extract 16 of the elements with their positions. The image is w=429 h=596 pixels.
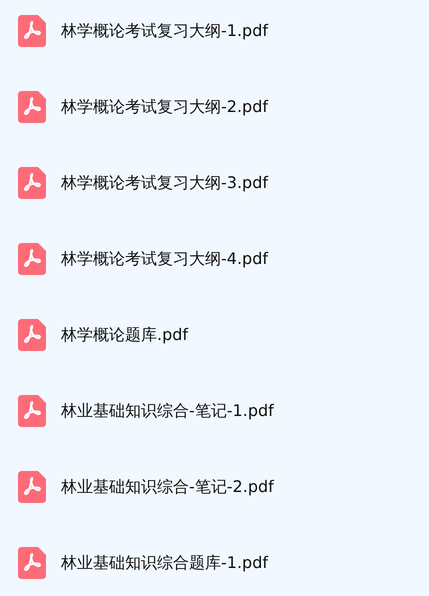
pdf-file-icon [18, 15, 46, 47]
pdf-file-icon [18, 167, 46, 199]
pdf-file-icon [18, 243, 46, 275]
file-name[interactable]: 林学概论考试复习大纲-4.pdf [61, 248, 268, 270]
file-name[interactable]: 林业基础知识综合-笔记-2.pdf [61, 476, 274, 498]
file-name[interactable]: 林学概论题库.pdf [61, 324, 188, 346]
pdf-file-icon [18, 547, 46, 579]
pdf-file-icon [18, 395, 46, 427]
file-name[interactable]: 林学概论考试复习大纲-3.pdf [61, 172, 268, 194]
file-name[interactable]: 林业基础知识综合题库-1.pdf [61, 552, 268, 574]
pdf-file-icon [18, 91, 46, 123]
pdf-file-icon [18, 471, 46, 503]
file-name[interactable]: 林业基础知识综合-笔记-1.pdf [61, 400, 274, 422]
file-name[interactable]: 林学概论考试复习大纲-1.pdf [61, 20, 268, 42]
file-name[interactable]: 林学概论考试复习大纲-2.pdf [61, 96, 268, 118]
pdf-file-icon [18, 319, 46, 351]
